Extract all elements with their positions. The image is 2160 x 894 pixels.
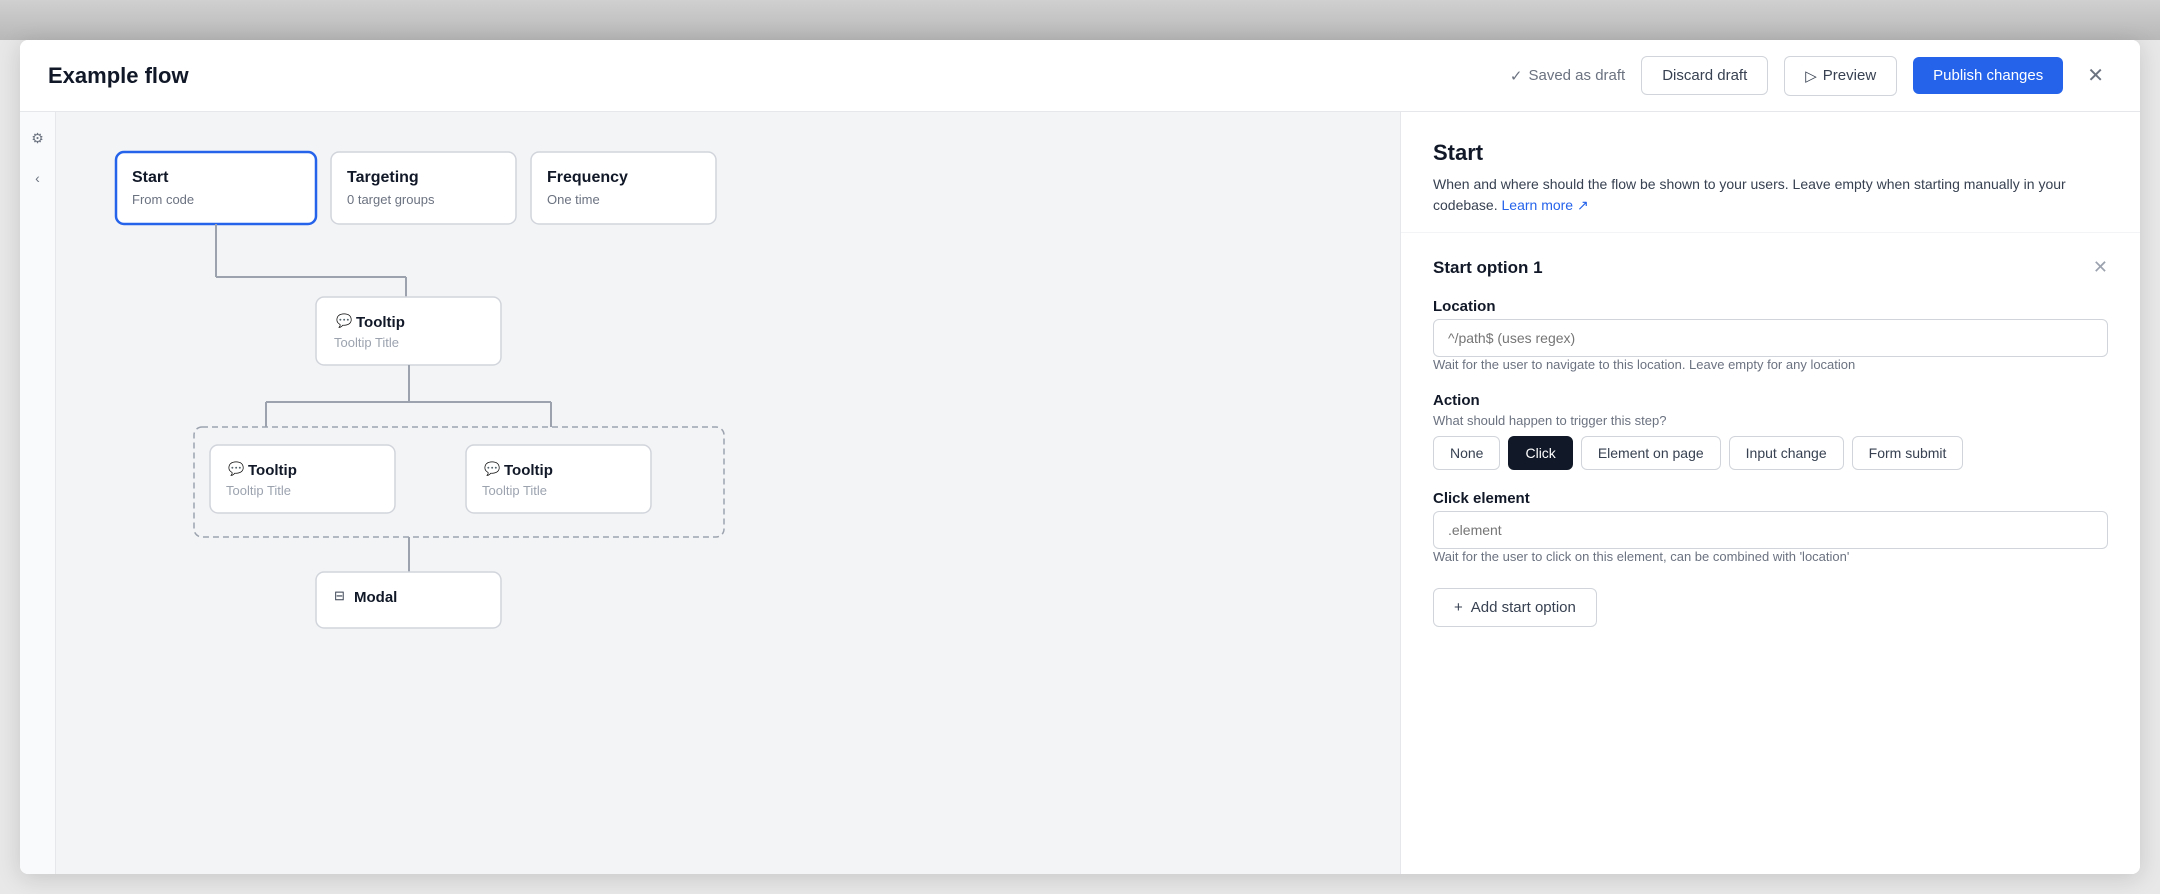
flow-diagram: Start From code Targeting 0 target group…	[106, 132, 826, 812]
publish-button[interactable]: Publish changes	[1913, 57, 2063, 94]
svg-text:Tooltip: Tooltip	[248, 462, 297, 479]
svg-text:Modal: Modal	[354, 589, 397, 606]
action-input-change-button[interactable]: Input change	[1729, 436, 1844, 470]
sidebar-chevron-icon[interactable]: ‹	[24, 164, 52, 192]
svg-text:Tooltip Title: Tooltip Title	[482, 483, 547, 498]
os-bar	[0, 0, 2160, 40]
right-panel-title: Start	[1433, 140, 2108, 166]
check-icon: ✓	[1510, 67, 1523, 85]
action-none-button[interactable]: None	[1433, 436, 1500, 470]
start-option-close-button[interactable]: ✕	[2093, 257, 2108, 278]
action-click-button[interactable]: Click	[1508, 436, 1572, 470]
right-panel-header: Start When and where should the flow be …	[1401, 112, 2140, 233]
svg-text:Start: Start	[132, 169, 169, 186]
action-buttons-group: None Click Element on page Input change …	[1433, 436, 2108, 470]
right-panel: Start When and where should the flow be …	[1400, 112, 2140, 874]
action-element-on-page-button[interactable]: Element on page	[1581, 436, 1721, 470]
plus-icon: +	[1454, 599, 1463, 616]
svg-text:💬: 💬	[336, 313, 352, 328]
location-label: Location	[1433, 298, 2108, 315]
svg-text:Frequency: Frequency	[547, 169, 628, 186]
action-field-group: Action What should happen to trigger thi…	[1433, 392, 2108, 470]
svg-text:From code: From code	[132, 192, 194, 207]
app-header: Example flow ✓ Saved as draft Discard dr…	[20, 40, 2140, 112]
close-window-button[interactable]: ✕	[2079, 59, 2112, 92]
location-hint: Wait for the user to navigate to this lo…	[1433, 357, 2108, 372]
svg-text:Targeting: Targeting	[347, 169, 419, 186]
action-form-submit-button[interactable]: Form submit	[1852, 436, 1964, 470]
left-sidebar: ⚙ ‹	[20, 112, 56, 874]
click-element-label: Click element	[1433, 490, 2108, 507]
click-element-field-group: Click element Wait for the user to click…	[1433, 490, 2108, 564]
location-field-group: Location Wait for the user to navigate t…	[1433, 298, 2108, 372]
add-start-option-button[interactable]: + Add start option	[1433, 588, 1597, 627]
main-content: ⚙ ‹ Start From code Targeting 0 target g…	[20, 112, 2140, 874]
play-icon: ▷	[1805, 67, 1817, 85]
svg-text:Tooltip Title: Tooltip Title	[226, 483, 291, 498]
svg-text:Tooltip Title: Tooltip Title	[334, 335, 399, 350]
action-label: Action	[1433, 392, 2108, 409]
learn-more-link[interactable]: Learn more ↗	[1502, 197, 1589, 213]
start-option-header: Start option 1 ✕	[1433, 257, 2108, 278]
sidebar-settings-icon[interactable]: ⚙	[24, 124, 52, 152]
start-option-title: Start option 1	[1433, 258, 1543, 278]
click-element-hint: Wait for the user to click on this eleme…	[1433, 549, 2108, 564]
app-title: Example flow	[48, 63, 189, 89]
location-input[interactable]	[1433, 319, 2108, 357]
svg-text:Tooltip: Tooltip	[504, 462, 553, 479]
discard-draft-button[interactable]: Discard draft	[1641, 56, 1768, 95]
svg-text:One time: One time	[547, 192, 600, 207]
click-element-input[interactable]	[1433, 511, 2108, 549]
svg-text:⊟: ⊟	[334, 588, 345, 603]
svg-text:0 target groups: 0 target groups	[347, 192, 435, 207]
svg-text:💬: 💬	[228, 461, 244, 476]
header-actions: ✓ Saved as draft Discard draft ▷ Preview…	[1510, 56, 2112, 96]
start-option-section: Start option 1 ✕ Location Wait for the u…	[1401, 233, 2140, 651]
svg-text:💬: 💬	[484, 461, 500, 476]
app-window: Example flow ✓ Saved as draft Discard dr…	[20, 40, 2140, 874]
right-panel-description: When and where should the flow be shown …	[1433, 174, 2108, 216]
flow-canvas[interactable]: Start From code Targeting 0 target group…	[56, 112, 1400, 874]
svg-text:Tooltip: Tooltip	[356, 314, 405, 331]
preview-button[interactable]: ▷ Preview	[1784, 56, 1897, 96]
action-hint: What should happen to trigger this step?	[1433, 413, 2108, 428]
saved-draft-status: ✓ Saved as draft	[1510, 67, 1625, 85]
